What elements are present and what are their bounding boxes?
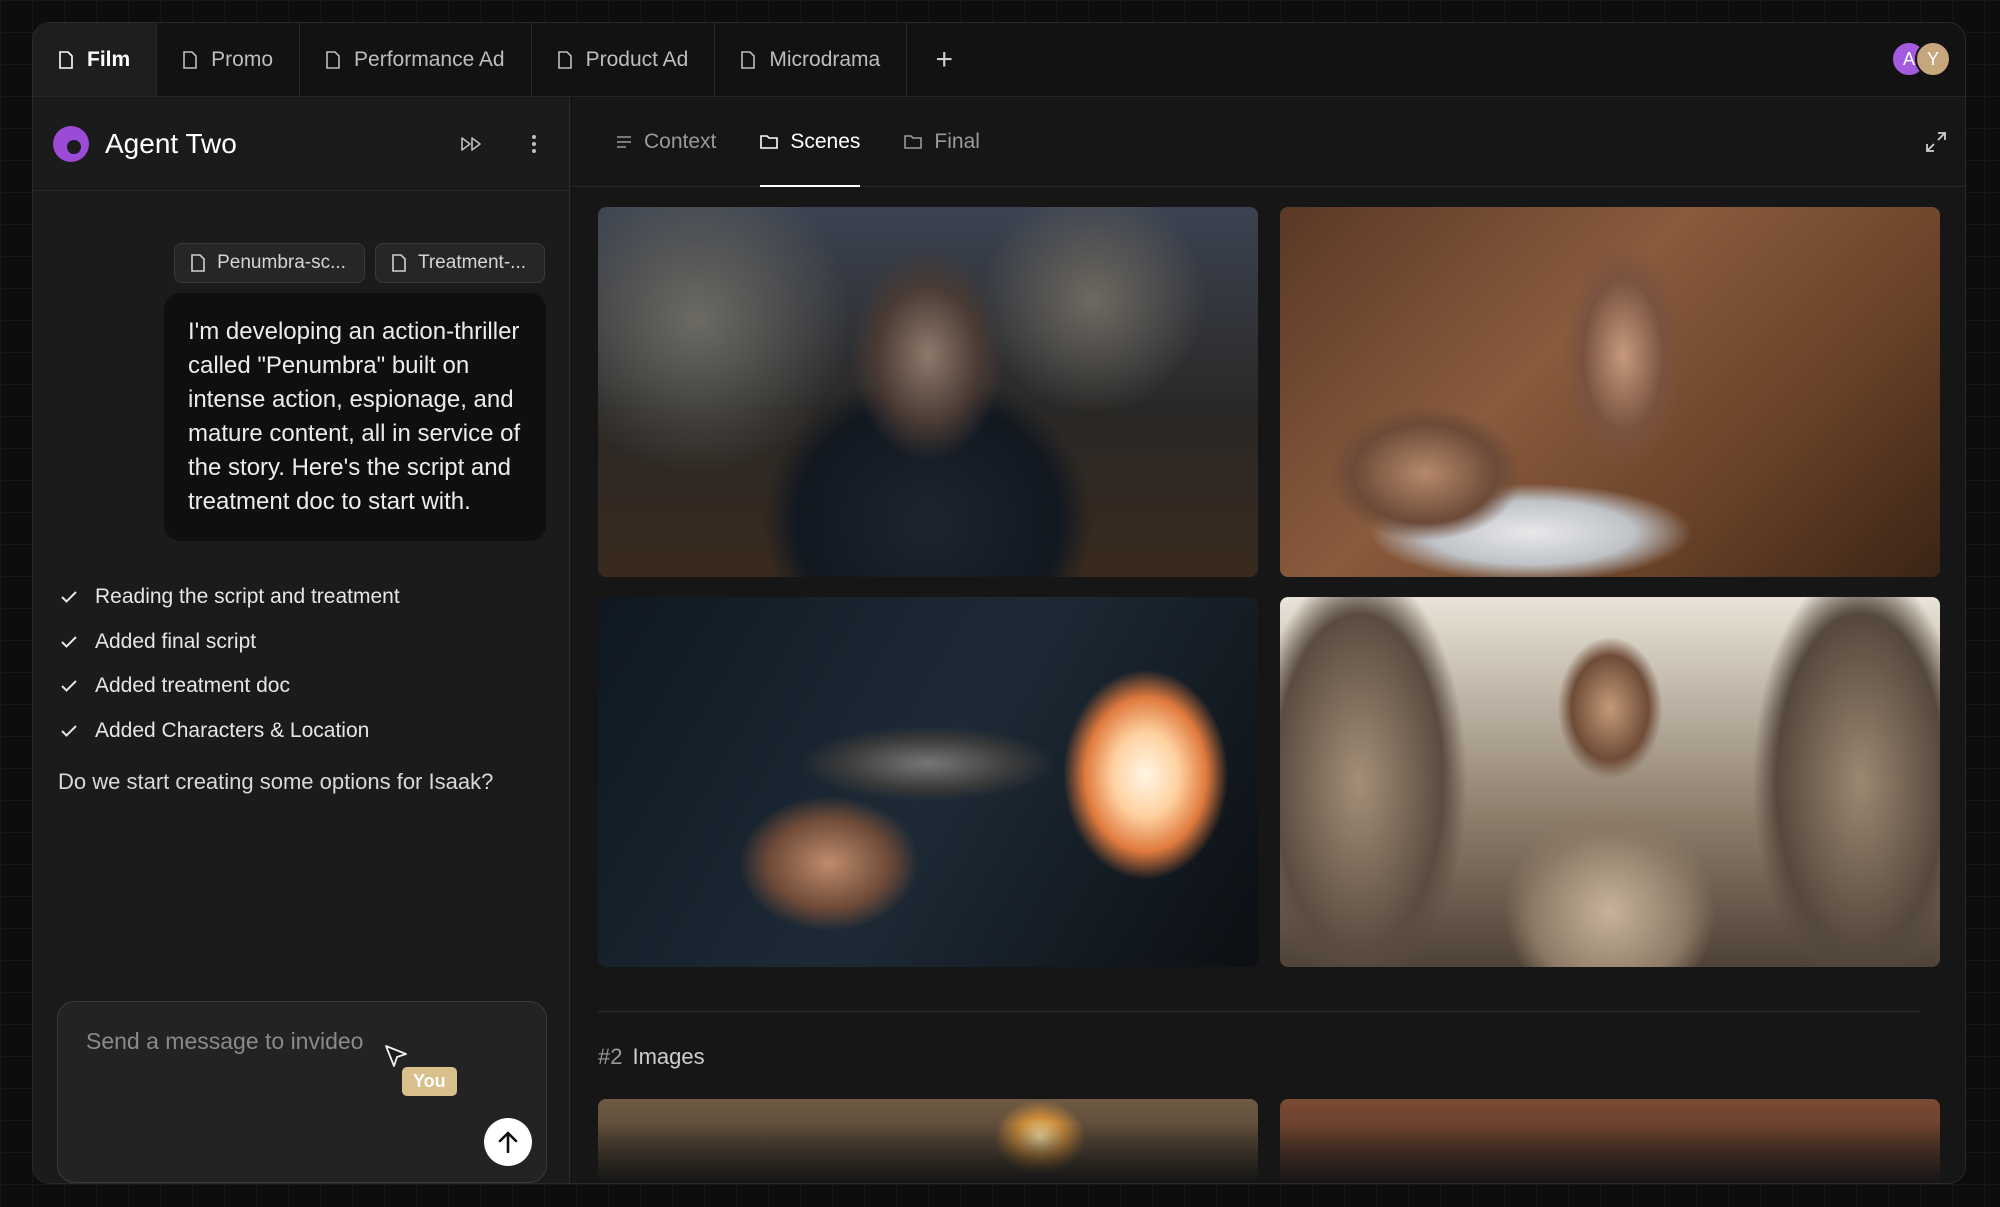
agent-chat-panel: Agent Two Penumbra-sc... Treatment-... I… (33, 97, 570, 1183)
section-divider (598, 1011, 1920, 1012)
more-options-icon[interactable] (519, 129, 549, 159)
collaborator-avatars: A Y (1891, 41, 1951, 77)
document-icon (183, 50, 197, 69)
tab-scenes[interactable]: Scenes (738, 97, 882, 187)
checkmark-icon (61, 725, 77, 737)
tab-label: Product Ad (585, 47, 689, 71)
checkmark-icon (61, 591, 77, 604)
tab-film[interactable]: Film (33, 23, 158, 96)
document-icon (191, 254, 205, 272)
scroll-fade (570, 1123, 1965, 1183)
agent-logo-icon (53, 125, 89, 162)
list-item: Added final script (61, 620, 400, 665)
agent-steps-list: Reading the script and treatment Added f… (61, 575, 400, 753)
list-item: Added Characters & Location (61, 709, 400, 754)
list-item: Added treatment doc (61, 664, 400, 709)
tab-product-ad[interactable]: Product Ad (532, 23, 716, 96)
content-tabs: Context Scenes Final (570, 97, 1965, 187)
tab-final[interactable]: Final (882, 97, 1002, 186)
send-button[interactable] (484, 1118, 532, 1166)
document-icon (557, 50, 572, 69)
tab-label: Promo (211, 47, 274, 71)
scene-image-praying-woman[interactable] (598, 207, 1258, 577)
document-icon (326, 50, 340, 69)
document-icon (59, 50, 73, 69)
document-icon (741, 50, 756, 69)
attachment-chips: Penumbra-sc... Treatment-... (174, 243, 545, 283)
message-input[interactable] (86, 1028, 406, 1055)
project-tab-bar: Film Promo Performance Ad Product Ad Mic… (33, 23, 1965, 97)
attachment-chip-script[interactable]: Penumbra-sc... (174, 243, 365, 283)
avatar[interactable]: Y (1915, 41, 1951, 77)
scene-image-knife-struggle[interactable] (1280, 207, 1940, 577)
agent-header: Agent Two (33, 97, 569, 191)
tab-context[interactable]: Context (594, 97, 738, 186)
checkmark-icon (61, 636, 77, 648)
tab-performance-ad[interactable]: Performance Ad (300, 23, 532, 96)
document-icon (392, 254, 406, 272)
scene-image-girl-in-alley[interactable] (1280, 597, 1940, 967)
agent-question: Do we start creating some options for Is… (58, 769, 494, 794)
section-heading: #2 Images (598, 1044, 705, 1069)
tab-microdrama[interactable]: Microdrama (715, 23, 908, 96)
scene-image-gunshot[interactable] (598, 597, 1258, 967)
app-window: Film Promo Performance Ad Product Ad Mic… (32, 22, 1966, 1184)
content-panel: Context Scenes Final #2 Images (570, 97, 1965, 1183)
tab-label: Film (87, 47, 131, 71)
checkmark-icon (61, 680, 77, 693)
tab-label: Microdrama (769, 47, 881, 71)
tab-label: Performance Ad (354, 47, 505, 71)
collaborator-cursor-tag: You (402, 1067, 457, 1096)
folder-icon (904, 135, 923, 149)
list-item: Reading the script and treatment (61, 575, 400, 620)
folder-icon (760, 135, 779, 149)
agent-name: Agent Two (105, 127, 237, 159)
user-message-bubble: I'm developing an action-thriller called… (164, 293, 546, 541)
expand-icon[interactable] (1921, 127, 1951, 157)
fast-forward-icon[interactable] (457, 129, 487, 159)
arrow-up-icon (498, 1131, 518, 1153)
add-tab-button[interactable]: + (907, 23, 981, 96)
list-icon (617, 135, 631, 148)
tab-promo[interactable]: Promo (157, 23, 301, 96)
attachment-chip-treatment[interactable]: Treatment-... (374, 243, 545, 283)
plus-icon: + (935, 42, 953, 76)
message-composer: You (57, 1001, 547, 1183)
